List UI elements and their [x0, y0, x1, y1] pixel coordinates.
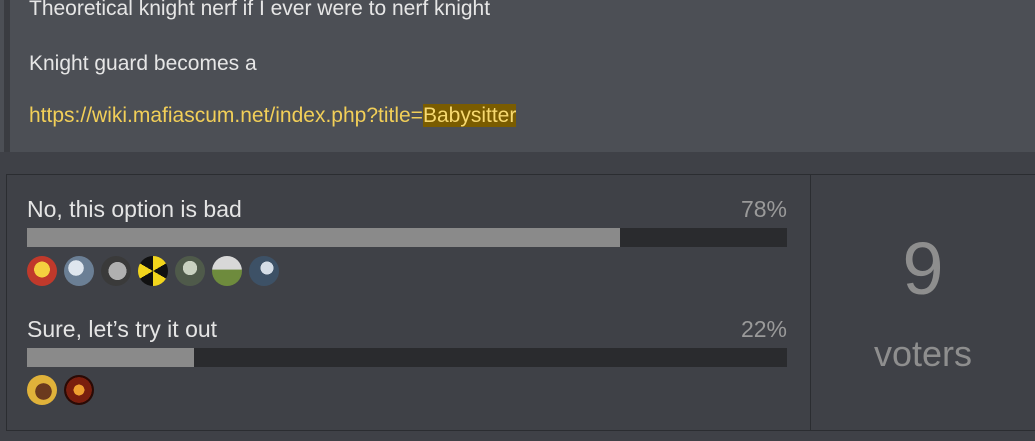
quote-bar [4, 0, 10, 152]
voter-avatars [27, 375, 94, 405]
poll-option-bar [27, 348, 787, 367]
voter-avatar[interactable] [27, 256, 57, 286]
voter-avatar[interactable] [249, 256, 279, 286]
voter-avatar[interactable] [175, 256, 205, 286]
post-link-line: https://wiki.mafiascum.net/index.php?tit… [29, 104, 517, 128]
poll-option-label: No, this option is bad [27, 196, 242, 222]
voters-label: voters [873, 333, 973, 374]
poll-option-bar-fill [27, 228, 620, 247]
search-highlight: Babysitter [422, 104, 517, 127]
voter-avatar[interactable] [27, 375, 57, 405]
poll-option-percent: 78% [740, 196, 787, 222]
voter-avatar[interactable] [138, 256, 168, 286]
poll-option-percent: 22% [740, 316, 787, 342]
voter-avatar[interactable] [64, 375, 94, 405]
voter-avatar[interactable] [64, 256, 94, 286]
voter-avatar[interactable] [212, 256, 242, 286]
babysitter-wiki-link[interactable]: https://wiki.mafiascum.net/index.php?tit… [29, 104, 517, 127]
post-text-line: Theoretical knight nerf if I ever were t… [29, 0, 491, 20]
voter-avatar[interactable] [101, 256, 131, 286]
post-text-line: Knight guard becomes a [29, 52, 257, 75]
link-prefix: https://wiki.mafiascum.net/index.php?tit… [29, 104, 423, 127]
poll-bottom-border [6, 430, 1035, 431]
voter-avatars [27, 256, 279, 286]
poll-option-bar-fill [27, 348, 195, 367]
poll-option-label: Sure, let’s try it out [27, 316, 218, 342]
poll-option-bar [27, 228, 787, 247]
voters-count: 9 [902, 227, 944, 310]
post-body: Theoretical knight nerf if I ever were t… [0, 0, 1035, 152]
